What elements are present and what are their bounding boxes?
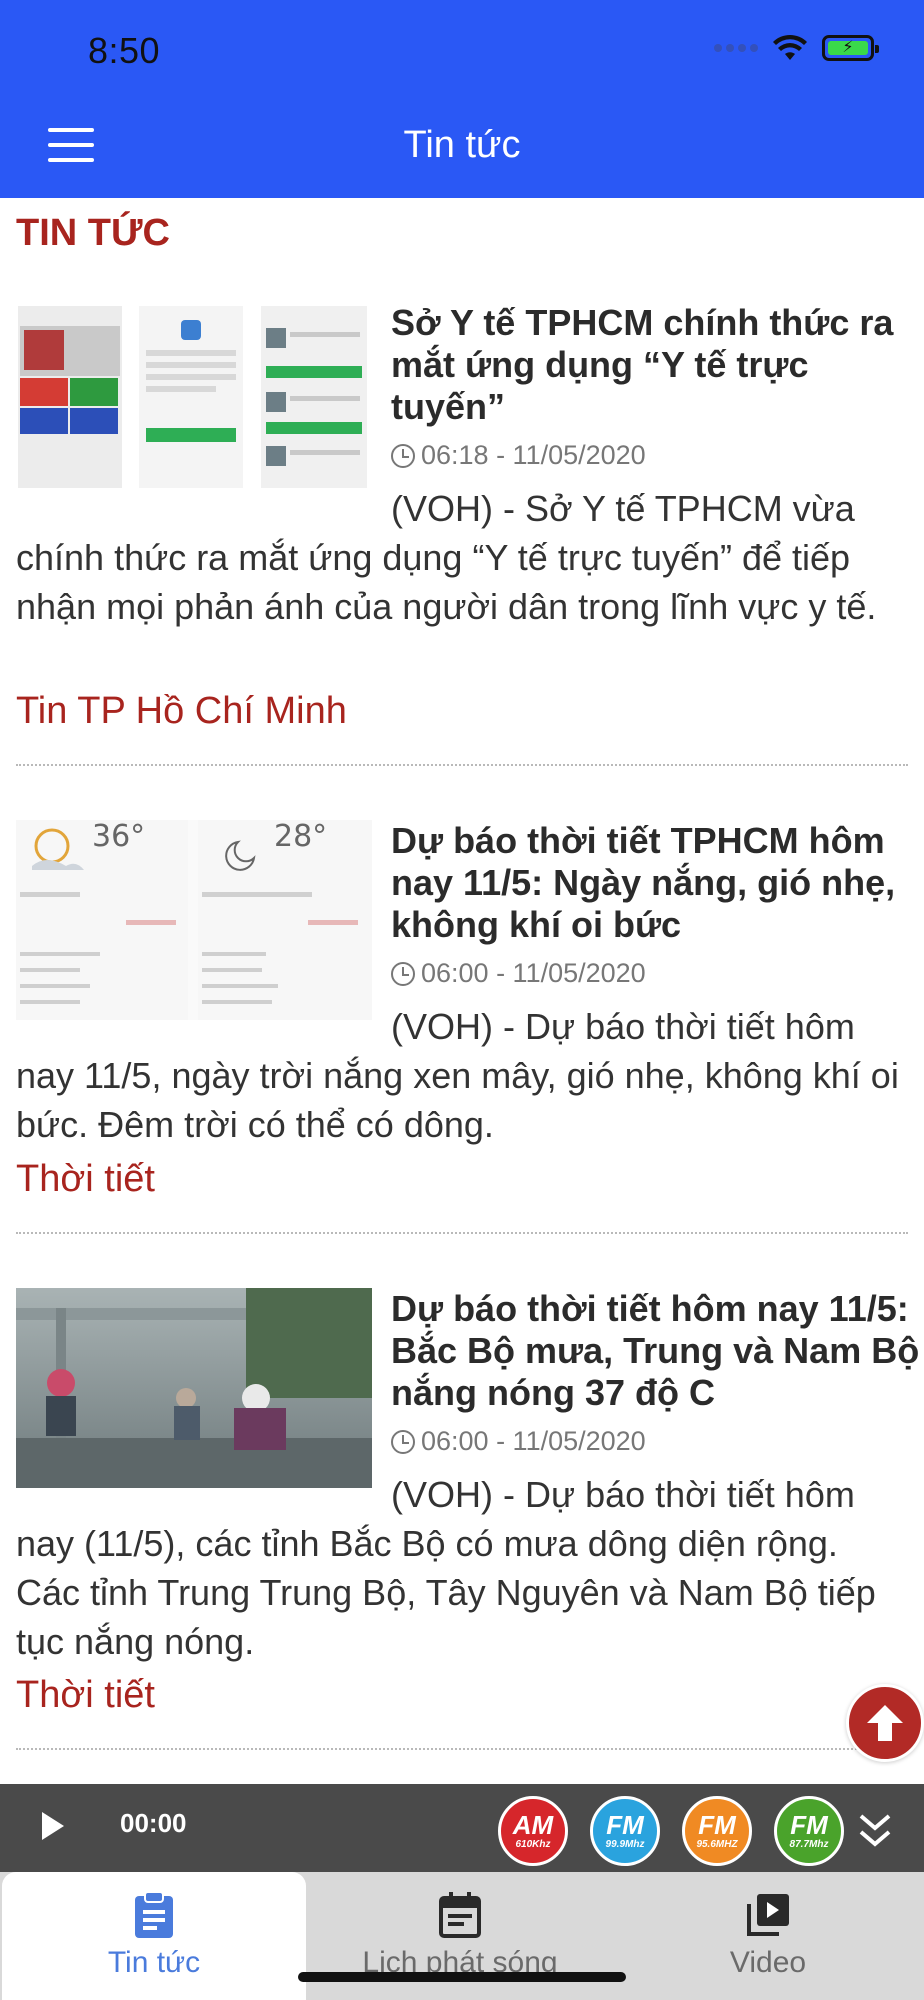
player-time: 00:00 [120, 1808, 187, 1838]
clock-icon [391, 961, 415, 986]
status-icons: ⚡ [714, 34, 879, 62]
article-thumbnail[interactable] [16, 302, 372, 502]
tab-tin-tuc[interactable]: Tin tức [2, 1872, 306, 2000]
station-band: FM [698, 1810, 736, 1840]
thumb-temp-2: 28° [274, 820, 327, 854]
clock-icon [391, 1429, 415, 1454]
article-divider [16, 1748, 908, 1750]
article-title[interactable]: Dự báo thời tiết TPHCM hôm nay 11/5: Ngà… [391, 820, 924, 946]
section-title: TIN TỨC [16, 212, 170, 254]
play-icon[interactable] [42, 1812, 64, 1840]
article-summary: (VOH) - Dự báo thời tiết hôm nay (11/5),… [16, 1474, 876, 1662]
station-fm-87-7[interactable]: FM 87.7Mhz [774, 1796, 844, 1866]
tab-label: Video [729, 1946, 807, 1979]
article-datetime: 06:00 - 11/05/2020 [421, 958, 646, 988]
status-time: 8:50 [88, 30, 161, 71]
radio-player-bar: 00:00 AM 610Khz FM 99.9Mhz FM 95.6MHZ FM… [0, 1784, 924, 1872]
video-library-icon [747, 1894, 789, 1936]
arrow-up-icon [867, 1705, 903, 1741]
article-summary: (VOH) - Dự báo thời tiết hôm nay 11/5, n… [16, 1006, 899, 1145]
article-category-link[interactable]: Tin TP Hồ Chí Minh [16, 690, 347, 733]
thumb-temp-1: 36° [92, 820, 145, 854]
article-datetime: 06:18 - 11/05/2020 [421, 440, 646, 470]
article-summary: (VOH) - Sở Y tế TPHCM vừa chính thức ra … [16, 488, 877, 627]
article-category-link[interactable]: Thời tiết [16, 1158, 155, 1201]
article-divider [16, 764, 908, 766]
article-title[interactable]: Sở Y tế TPHCM chính thức ra mắt ứng dụng… [391, 302, 924, 428]
calendar-icon [439, 1892, 481, 1938]
wifi-icon [773, 34, 807, 60]
article-thumbnail[interactable] [16, 1288, 372, 1488]
article-meta: 06:18 - 11/05/2020 [391, 440, 646, 471]
station-freq: 99.9Mhz [605, 1839, 645, 1850]
station-freq: 95.6MHZ [696, 1839, 738, 1850]
clock-icon [391, 443, 415, 468]
article-item[interactable]: Dự báo thời tiết hôm nay 11/5: Bắc Bộ mư… [16, 1288, 919, 1758]
signal-icon [714, 44, 758, 52]
station-band: AM [512, 1810, 554, 1840]
station-freq: 610Khz [515, 1839, 551, 1850]
article-thumbnail[interactable]: 36° 28° [16, 820, 372, 1020]
article-divider [16, 1232, 908, 1234]
article-item[interactable]: Sở Y tế TPHCM chính thức ra mắt ứng dụng… [16, 302, 908, 772]
station-am-610[interactable]: AM 610Khz [498, 1796, 568, 1866]
article-meta: 06:00 - 11/05/2020 [391, 958, 646, 989]
tab-label: Tin tức [107, 1946, 201, 1979]
article-meta: 06:00 - 11/05/2020 [391, 1426, 646, 1457]
article-category-link[interactable]: Thời tiết [16, 1674, 155, 1717]
chevron-down-icon[interactable] [858, 1810, 892, 1850]
clipboard-icon [135, 1891, 173, 1938]
page-title: Tin tức [403, 124, 521, 166]
article-item[interactable]: 36° 28° Dự báo thời tiết TPHCM hôm nay 1… [16, 820, 908, 1240]
station-fm-99-9[interactable]: FM 99.9Mhz [590, 1796, 660, 1866]
article-title[interactable]: Dự báo thời tiết hôm nay 11/5: Bắc Bộ mư… [391, 1288, 924, 1414]
station-fm-95-6[interactable]: FM 95.6MHZ [682, 1796, 752, 1866]
scroll-to-top-button[interactable] [846, 1684, 924, 1762]
station-freq: 87.7Mhz [789, 1839, 829, 1850]
battery-icon: ⚡ [822, 35, 879, 61]
tab-video[interactable]: Video [614, 1872, 922, 2000]
app-header: 8:50 ⚡ Tin tức [0, 0, 924, 198]
station-band: FM [606, 1810, 644, 1840]
station-band: FM [790, 1810, 828, 1840]
article-datetime: 06:00 - 11/05/2020 [421, 1426, 646, 1456]
home-indicator [298, 1972, 626, 1982]
